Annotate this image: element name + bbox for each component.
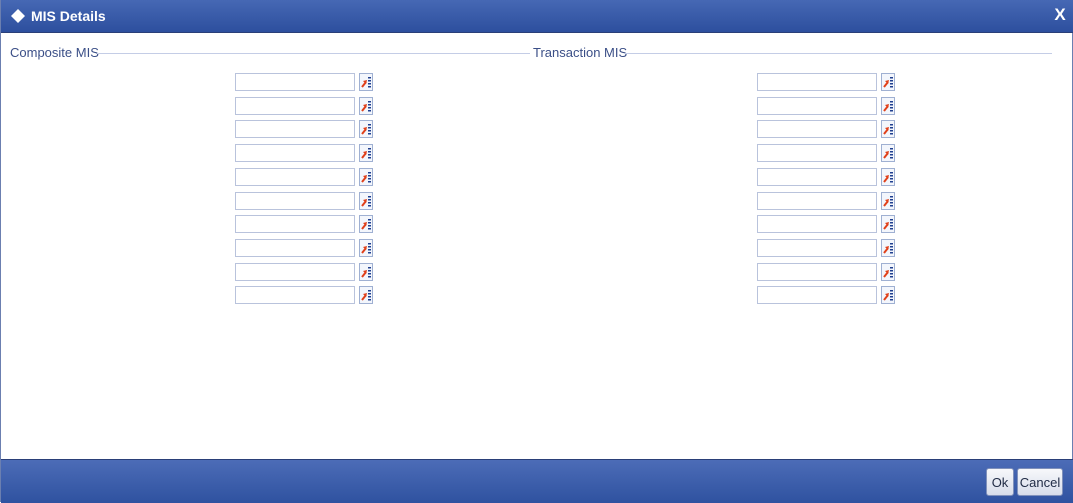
- list-of-values-icon: [883, 101, 893, 112]
- transaction-mis-input[interactable]: [757, 168, 877, 186]
- transaction-mis-field-row: [757, 263, 897, 281]
- list-of-values-icon: [361, 101, 371, 112]
- transaction-mis-input[interactable]: [757, 73, 877, 91]
- transaction-mis-lov-button[interactable]: [881, 120, 895, 138]
- transaction-mis-field-row: [757, 286, 897, 304]
- list-of-values-icon: [361, 77, 371, 88]
- composite-mis-lov-button[interactable]: [359, 286, 373, 304]
- composite-mis-input[interactable]: [235, 286, 355, 304]
- composite-mis-field-row: [235, 144, 375, 162]
- composite-mis-input[interactable]: [235, 263, 355, 281]
- composite-mis-lov-button[interactable]: [359, 239, 373, 257]
- transaction-mis-input[interactable]: [757, 192, 877, 210]
- composite-mis-field-row: [235, 73, 375, 91]
- composite-mis-input[interactable]: [235, 239, 355, 257]
- composite-mis-field-row: [235, 215, 375, 233]
- section-title-transaction-mis: Transaction MIS: [533, 45, 628, 60]
- transaction-mis-lov-button[interactable]: [881, 73, 895, 91]
- list-of-values-icon: [883, 172, 893, 183]
- transaction-mis-input[interactable]: [757, 215, 877, 233]
- transaction-mis-field-row: [757, 192, 897, 210]
- cancel-button[interactable]: Cancel: [1017, 468, 1063, 496]
- composite-mis-field-row: [235, 263, 375, 281]
- composite-mis-input[interactable]: [235, 144, 355, 162]
- list-of-values-icon: [361, 148, 371, 159]
- diamond-icon: [11, 9, 25, 23]
- composite-mis-lov-button[interactable]: [359, 120, 373, 138]
- ok-button[interactable]: Ok: [986, 468, 1014, 496]
- list-of-values-icon: [883, 77, 893, 88]
- transaction-mis-input[interactable]: [757, 286, 877, 304]
- composite-mis-lov-button[interactable]: [359, 215, 373, 233]
- section-divider-composite: [97, 53, 530, 54]
- list-of-values-icon: [883, 148, 893, 159]
- transaction-mis-input[interactable]: [757, 120, 877, 138]
- composite-mis-input[interactable]: [235, 215, 355, 233]
- list-of-values-icon: [361, 196, 371, 207]
- transaction-mis-lov-button[interactable]: [881, 168, 895, 186]
- composite-mis-input[interactable]: [235, 73, 355, 91]
- list-of-values-icon: [883, 196, 893, 207]
- list-of-values-icon: [361, 267, 371, 278]
- composite-mis-input[interactable]: [235, 168, 355, 186]
- transaction-mis-field-row: [757, 120, 897, 138]
- dialog-title: MIS Details: [31, 8, 106, 24]
- transaction-mis-input[interactable]: [757, 239, 877, 257]
- transaction-mis-field-row: [757, 144, 897, 162]
- composite-mis-field-row: [235, 97, 375, 115]
- transaction-mis-input[interactable]: [757, 144, 877, 162]
- transaction-mis-lov-button[interactable]: [881, 192, 895, 210]
- composite-mis-lov-button[interactable]: [359, 263, 373, 281]
- composite-mis-field-row: [235, 286, 375, 304]
- transaction-mis-lov-button[interactable]: [881, 263, 895, 281]
- list-of-values-icon: [361, 124, 371, 135]
- list-of-values-icon: [883, 219, 893, 230]
- list-of-values-icon: [883, 267, 893, 278]
- composite-mis-lov-button[interactable]: [359, 97, 373, 115]
- composite-mis-field-row: [235, 192, 375, 210]
- transaction-mis-lov-button[interactable]: [881, 239, 895, 257]
- transaction-mis-field-row: [757, 73, 897, 91]
- transaction-mis-input[interactable]: [757, 97, 877, 115]
- list-of-values-icon: [883, 243, 893, 254]
- composite-mis-lov-button[interactable]: [359, 168, 373, 186]
- composite-mis-field-row: [235, 168, 375, 186]
- list-of-values-icon: [361, 243, 371, 254]
- transaction-mis-lov-button[interactable]: [881, 97, 895, 115]
- transaction-mis-field-row: [757, 168, 897, 186]
- title-bar: MIS Details X: [1, 0, 1073, 33]
- transaction-mis-lov-button[interactable]: [881, 286, 895, 304]
- list-of-values-icon: [883, 290, 893, 301]
- composite-mis-input[interactable]: [235, 192, 355, 210]
- composite-mis-input[interactable]: [235, 120, 355, 138]
- composite-mis-lov-button[interactable]: [359, 73, 373, 91]
- transaction-mis-lov-button[interactable]: [881, 215, 895, 233]
- close-button[interactable]: X: [1050, 4, 1070, 26]
- dialog-footer: Ok Cancel: [1, 459, 1073, 503]
- transaction-mis-field-row: [757, 97, 897, 115]
- transaction-mis-field-row: [757, 215, 897, 233]
- composite-mis-lov-button[interactable]: [359, 144, 373, 162]
- list-of-values-icon: [361, 172, 371, 183]
- composite-mis-field-row: [235, 239, 375, 257]
- transaction-mis-input[interactable]: [757, 263, 877, 281]
- composite-mis-field-row: [235, 120, 375, 138]
- list-of-values-icon: [361, 219, 371, 230]
- list-of-values-icon: [361, 290, 371, 301]
- section-divider-transaction: [624, 53, 1052, 54]
- list-of-values-icon: [883, 124, 893, 135]
- composite-mis-input[interactable]: [235, 97, 355, 115]
- transaction-mis-field-row: [757, 239, 897, 257]
- section-title-composite-mis: Composite MIS: [10, 45, 99, 60]
- composite-mis-lov-button[interactable]: [359, 192, 373, 210]
- mis-details-dialog: MIS Details X Composite MIS Transaction …: [0, 0, 1073, 503]
- transaction-mis-lov-button[interactable]: [881, 144, 895, 162]
